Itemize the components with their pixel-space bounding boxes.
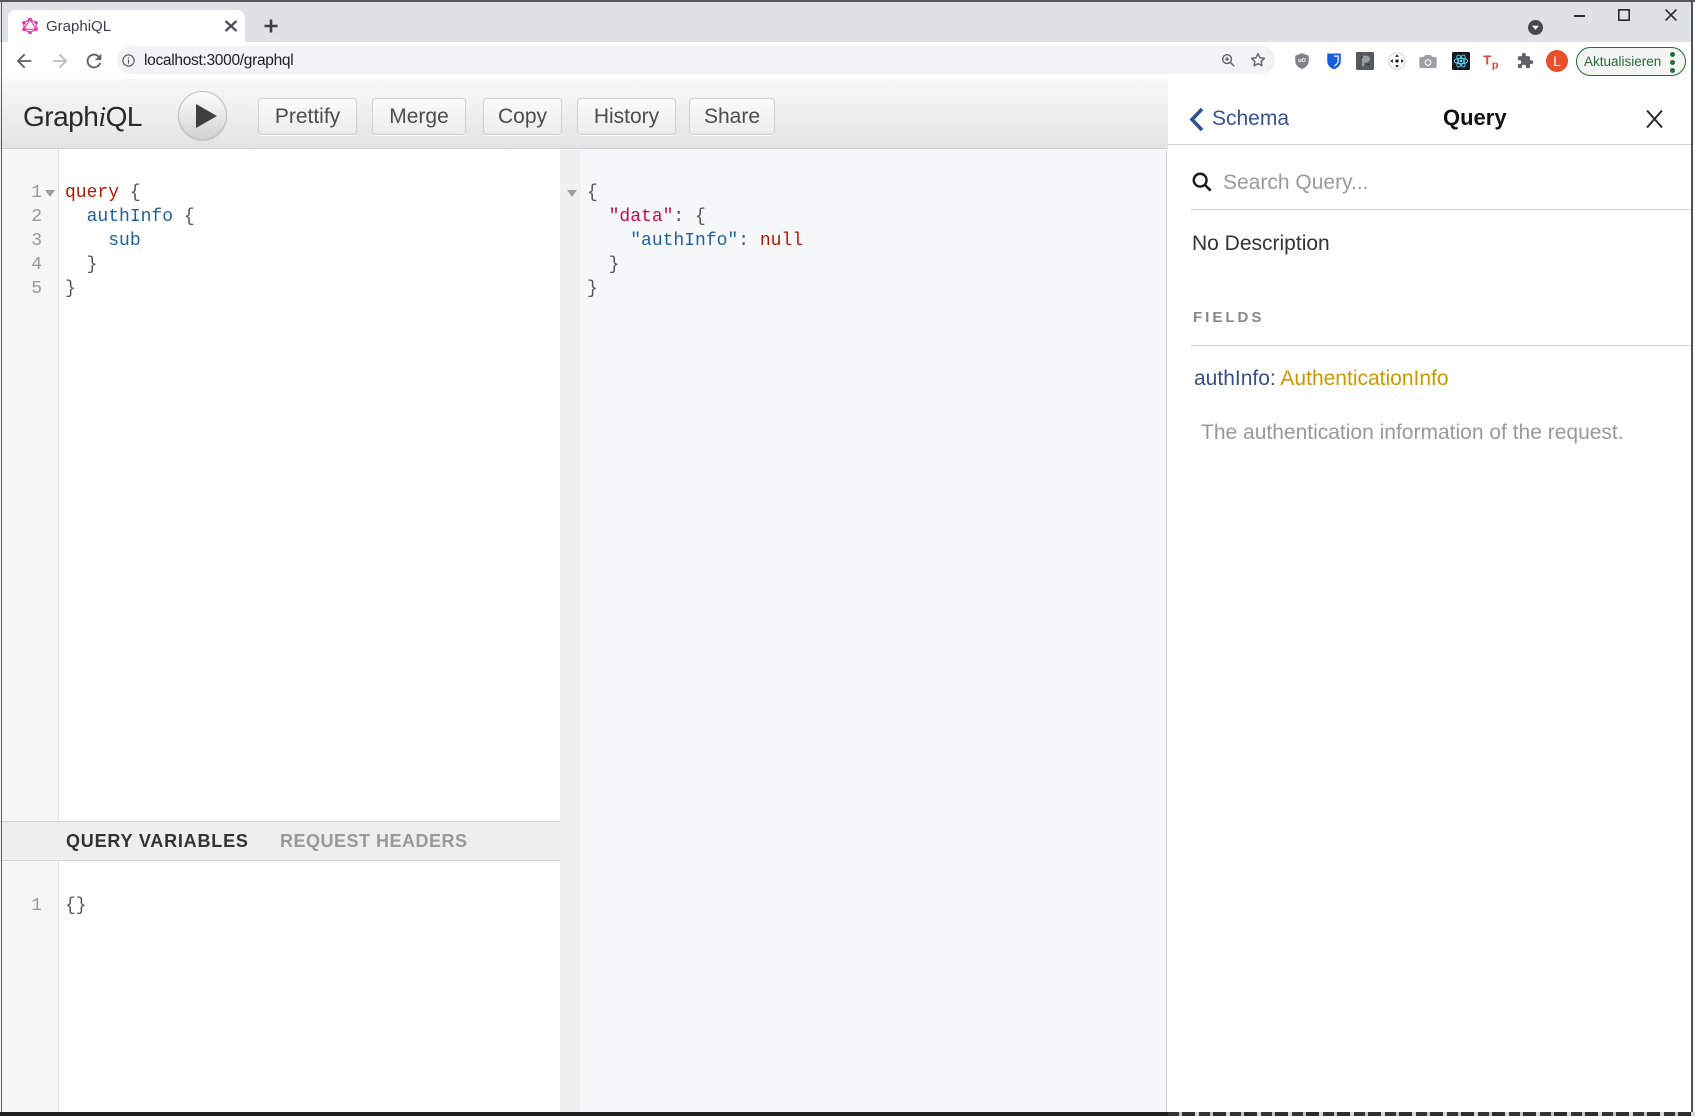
svg-text:uO: uO — [1298, 58, 1306, 64]
svg-text:T: T — [1483, 53, 1491, 68]
svg-text:p: p — [1492, 59, 1499, 70]
